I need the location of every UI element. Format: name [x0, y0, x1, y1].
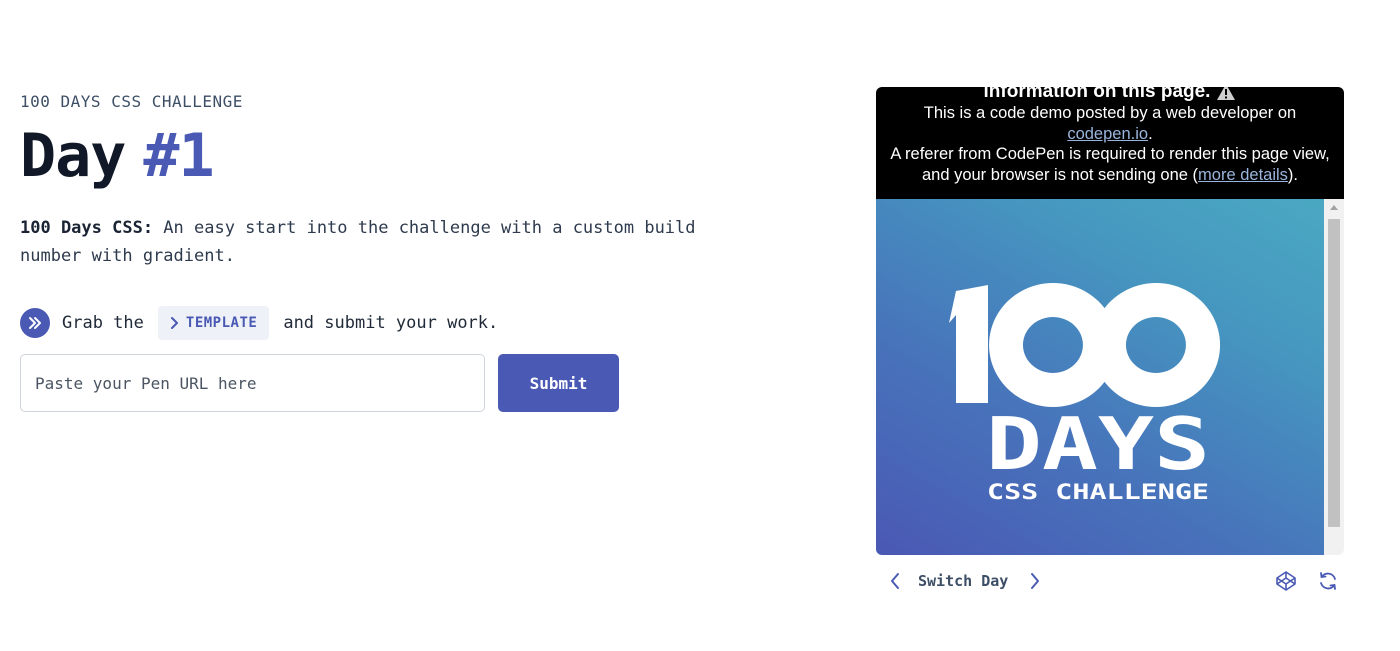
logo-digit-zero-right	[1092, 283, 1221, 407]
notice-heading: information on this page.	[884, 87, 1336, 103]
day-number: #1	[143, 121, 214, 191]
referer-notice: information on this page. This is a code…	[876, 87, 1344, 199]
notice-heading-text: information on this page.	[983, 87, 1211, 102]
scrollbar-thumb[interactable]	[1328, 219, 1340, 527]
logo-days-word: DAYS	[986, 402, 1210, 486]
warning-icon	[1217, 87, 1236, 100]
notice-line-1-text: This is a code demo posted by a web deve…	[923, 104, 1297, 122]
chevron-right-icon	[1031, 573, 1039, 589]
page-title: Day #1	[20, 118, 215, 194]
preview-controls: Switch Day	[876, 566, 1344, 596]
notice-line-1-end: .	[1148, 124, 1153, 143]
more-details-link[interactable]: more details	[1198, 166, 1288, 184]
grab-template-row: Grab the TEMPLATE and submit your work.	[20, 305, 498, 341]
codepen-link[interactable]: codepen.io	[1067, 125, 1148, 143]
codepen-icon	[1276, 571, 1296, 591]
refresh-icon	[1320, 572, 1336, 590]
notice-line-1: This is a code demo posted by a web deve…	[884, 103, 1336, 144]
logo-subtitle: CSS CHALLENGE	[987, 480, 1209, 504]
title-word: Day	[20, 121, 126, 191]
notice-line-2: A referer from CodePen is required to re…	[884, 144, 1336, 185]
refresh-button[interactable]	[1312, 566, 1344, 596]
challenge-artwork: DAYS CSS CHALLENGE	[876, 199, 1324, 555]
switch-day-label: Switch Day	[918, 572, 1009, 590]
chevron-right-icon	[170, 317, 178, 329]
description-lead: 100 Days CSS:	[20, 218, 154, 238]
open-codepen-button[interactable]	[1270, 566, 1302, 596]
eyebrow-label: 100 DAYS CSS CHALLENGE	[20, 92, 243, 111]
chevron-left-icon	[891, 573, 899, 589]
grab-prefix: Grab the	[62, 313, 144, 333]
challenge-description: 100 Days CSS: An easy start into the cha…	[20, 214, 720, 270]
next-day-button[interactable]	[1020, 566, 1050, 596]
template-link[interactable]: TEMPLATE	[157, 306, 270, 340]
notice-line-2-end: ).	[1287, 165, 1299, 184]
preview-scrollbar[interactable]	[1324, 199, 1344, 555]
pen-url-input[interactable]	[20, 354, 485, 412]
logo-digit-one	[949, 285, 988, 403]
pen-preview: information on this page. This is a code…	[876, 87, 1344, 555]
prev-day-button[interactable]	[880, 566, 910, 596]
grab-suffix: and submit your work.	[283, 313, 499, 333]
chevrons-right-icon	[20, 308, 50, 338]
hundred-days-logo: DAYS CSS CHALLENGE	[949, 283, 1221, 504]
submit-button[interactable]: Submit	[498, 354, 619, 412]
scroll-up-arrow-icon[interactable]	[1330, 205, 1338, 210]
template-label: TEMPLATE	[185, 315, 258, 331]
